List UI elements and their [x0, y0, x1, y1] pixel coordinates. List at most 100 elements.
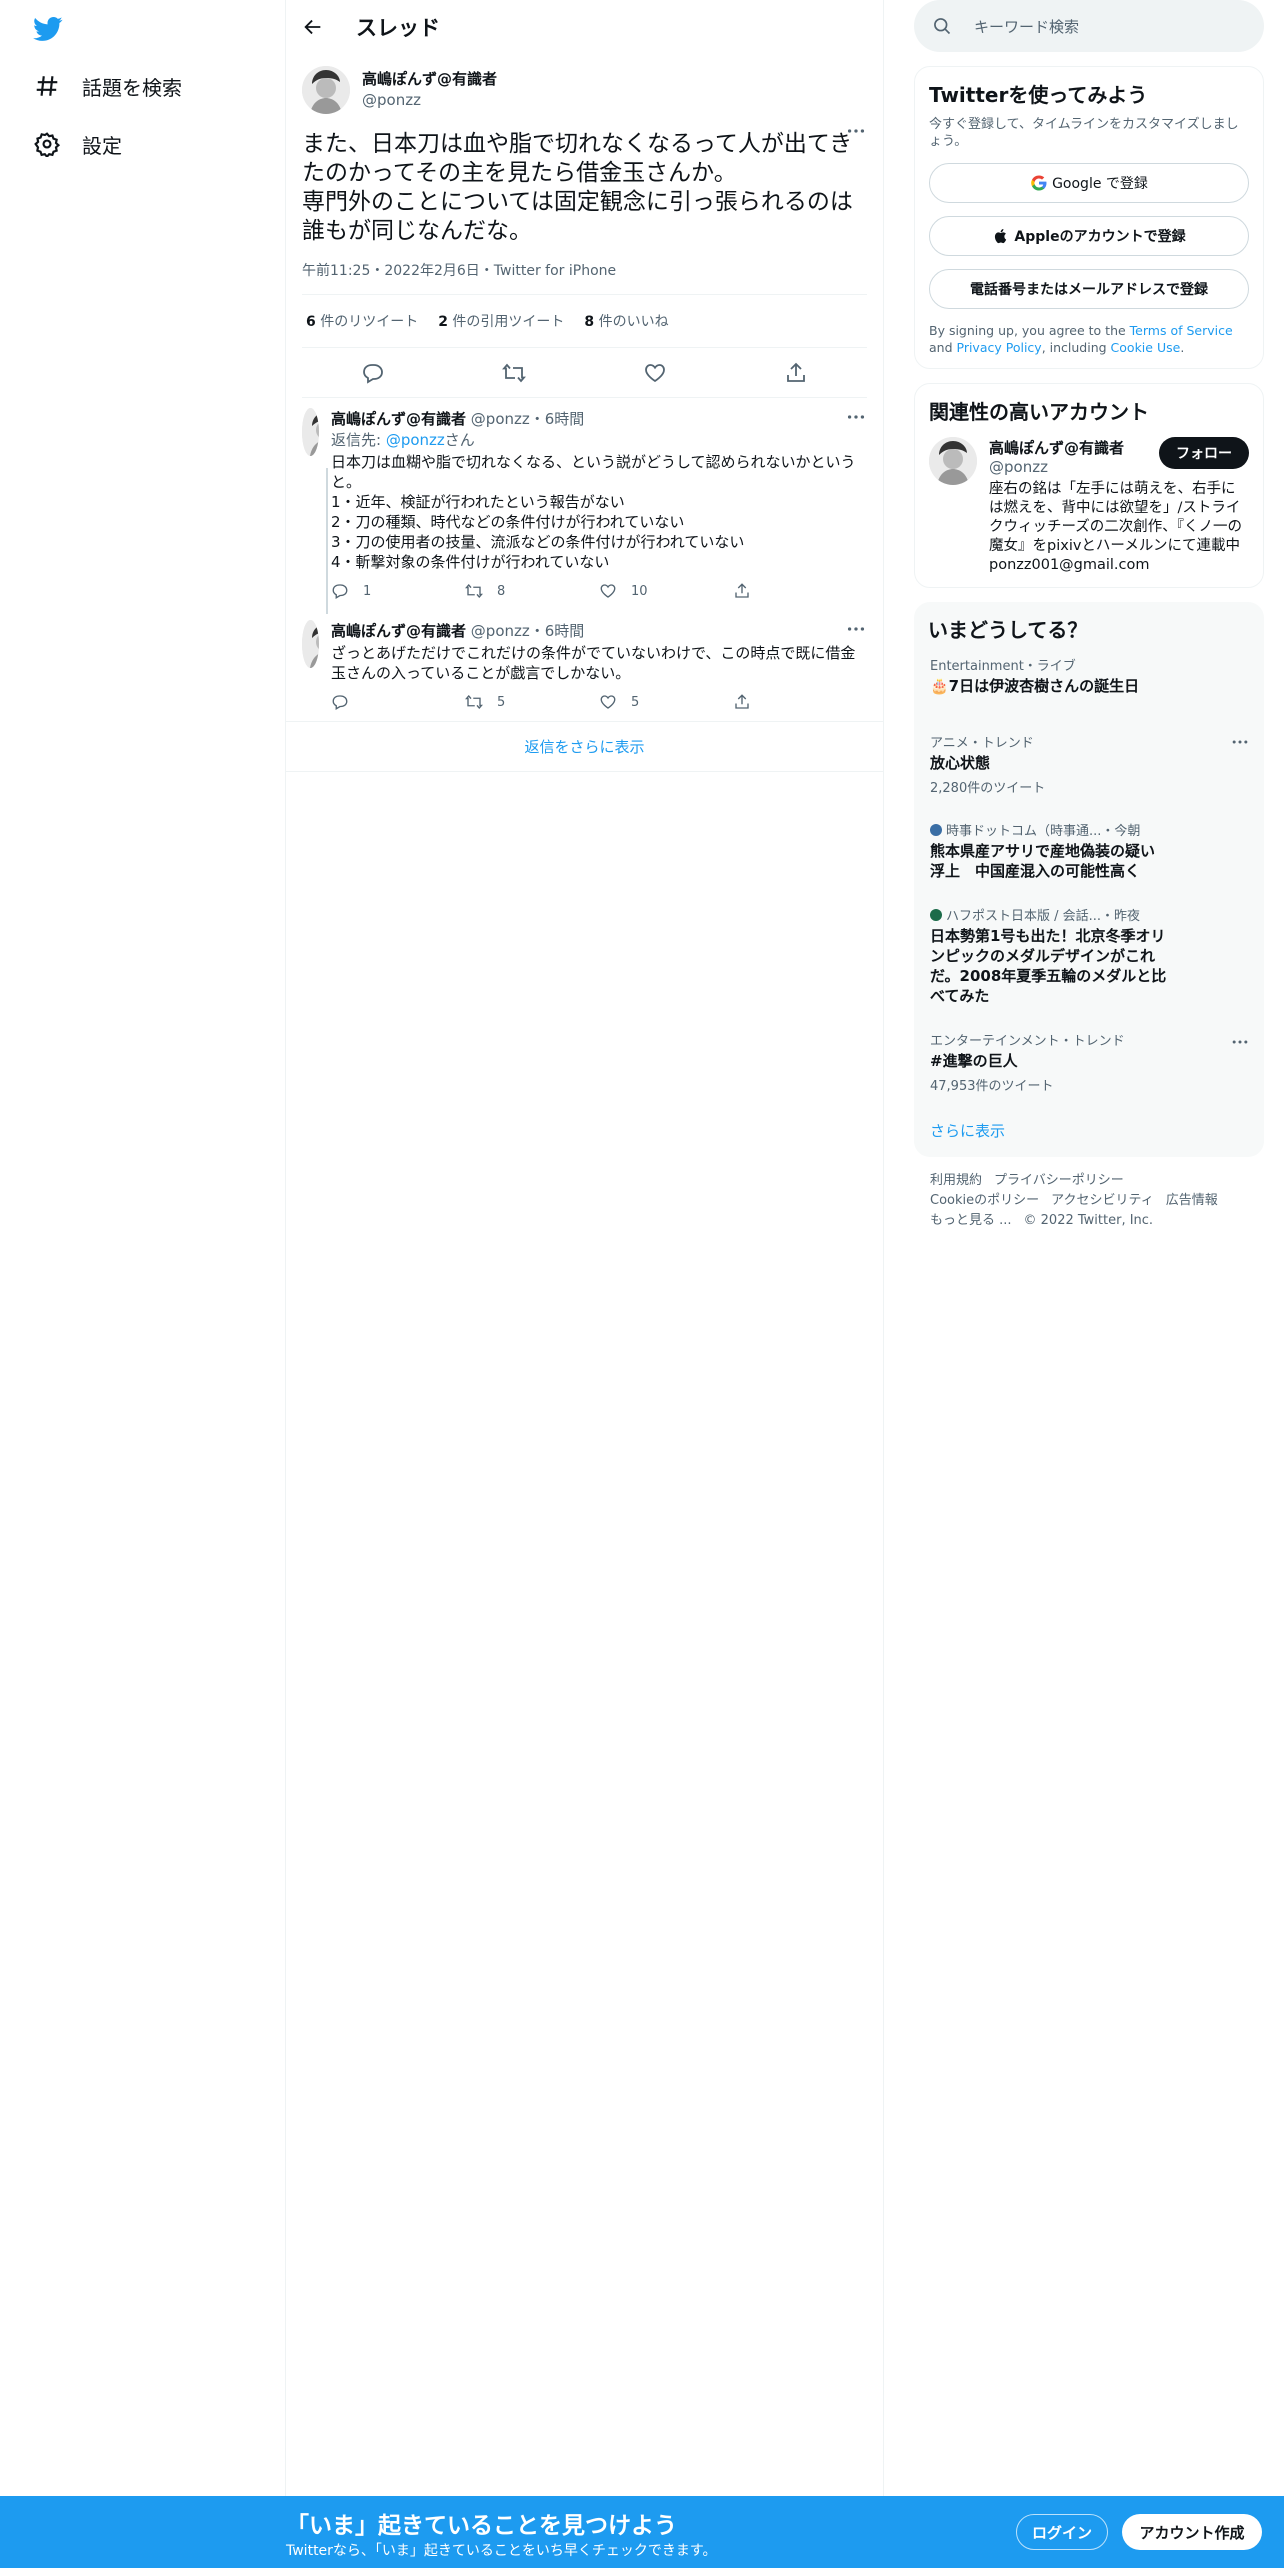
bottom-bar-subtext: Twitterなら、「いま」起きていることをいち早くチェックできます。 — [286, 2543, 717, 2559]
reply-to-suffix: さん — [444, 431, 475, 449]
google-signup-button[interactable]: Google で登録 — [929, 163, 1249, 203]
hashtag-icon — [36, 76, 58, 96]
more-options-icon[interactable] — [845, 618, 867, 640]
create-account-button[interactable]: アカウント作成 — [1122, 2514, 1262, 2550]
footer-more-link[interactable]: もっと見る ... — [930, 1213, 1012, 1228]
follow-button[interactable]: フォロー — [1159, 437, 1249, 469]
bottom-bar-headline: 「いま」起きていることを見つけよう — [286, 2513, 677, 2539]
twitter-logo-icon[interactable] — [30, 14, 66, 44]
trend-item[interactable]: Entertainment・ライブ 🎂7日は伊波杏樹さんの誕生日 — [914, 643, 1264, 708]
author-handle[interactable]: @ponzz — [471, 622, 530, 640]
footer-ads-link[interactable]: 広告情報 — [1166, 1193, 1218, 1208]
more-options-icon[interactable] — [1230, 732, 1250, 752]
related-account[interactable]: 高嶋ぽんず@有識者 @ponzz 座右の銘は「左手には萌えを、右手には燃えを、背… — [929, 437, 1249, 575]
reply-count: 1 — [363, 583, 372, 599]
footer-cookie-link[interactable]: Cookieのポリシー — [930, 1193, 1039, 1208]
retweet-action[interactable]: 5 — [465, 693, 599, 711]
share-action[interactable] — [733, 582, 867, 600]
trend-item[interactable]: 時事ドットコム（時事通...・今朝 熊本県産アサリで産地偽装の疑い浮上 中国産混… — [914, 808, 1264, 893]
quotes-stat[interactable]: 2 件の引用ツイート — [438, 311, 564, 331]
terms-link[interactable]: Terms of Service — [1130, 323, 1233, 338]
related-title: 関連性の高いアカウント — [929, 400, 1149, 424]
more-options-icon[interactable] — [845, 120, 867, 142]
legal-period: . — [1180, 340, 1185, 355]
trend-context-text: 時事ドットコム（時事通...・今朝 — [946, 824, 1141, 839]
gear-icon — [34, 132, 60, 157]
like-icon[interactable] — [643, 361, 667, 385]
trend-item[interactable]: ハフポスト日本版 / 会話...・昨夜 日本勢第1号も出た！北京冬季オリンピック… — [914, 893, 1264, 1018]
reply-tweet[interactable]: 高嶋ぽんず@有識者 @ponzz・6時間 ざっとあげただけでこれだけの条件がでて… — [286, 610, 883, 722]
trend-title: 放心状態 — [930, 754, 991, 772]
news-source-icon — [930, 909, 942, 921]
cookie-link[interactable]: Cookie Use — [1111, 340, 1181, 355]
search-box[interactable]: キーワード検索 — [914, 0, 1264, 52]
apple-signup-button[interactable]: Appleのアカウントで登録 — [929, 216, 1249, 256]
more-options-icon[interactable] — [845, 406, 867, 428]
phone-email-signup-button[interactable]: 電話番号またはメールアドレスで登録 — [929, 269, 1249, 309]
more-options-icon[interactable] — [1230, 1032, 1250, 1052]
trend-context: ハフポスト日本版 / 会話...・昨夜 — [930, 905, 1248, 924]
author-name[interactable]: 高嶋ぽんず@有識者 — [362, 68, 497, 89]
thread-header: スレッド — [286, 0, 883, 54]
footer-links: 利用規約 プライバシーポリシー Cookieのポリシー アクセシビリティ 広告情報 も… — [914, 1157, 1264, 1245]
tweet-meta[interactable]: 午前11:25・2022年2月6日・Twitter for iPhone — [302, 260, 867, 295]
avatar-image — [302, 620, 319, 668]
footer-privacy-link[interactable]: プライバシーポリシー — [994, 1173, 1124, 1188]
avatar[interactable] — [302, 620, 319, 668]
footer-accessibility-link[interactable]: アクセシビリティ — [1051, 1193, 1154, 1208]
signup-title: Twitterを使ってみよう — [929, 83, 1148, 107]
trend-item[interactable]: エンターテインメント・トレンド #進撃の巨人 47,953件のツイート — [914, 1018, 1264, 1106]
signup-subtitle: 今すぐ登録して、タイムラインをカスタマイズしましょう。 — [929, 117, 1239, 149]
avatar[interactable] — [929, 437, 977, 485]
reply-action[interactable]: 1 — [331, 582, 465, 600]
author-handle[interactable]: @ponzz — [471, 410, 530, 428]
share-action[interactable] — [733, 693, 867, 711]
reply-to-handle[interactable]: @ponzz — [386, 431, 445, 449]
author-handle[interactable]: @ponzz — [362, 91, 497, 109]
trend-title: 🎂7日は伊波杏樹さんの誕生日 — [930, 677, 1140, 695]
show-more-replies-link[interactable]: 返信をさらに表示 — [286, 722, 883, 772]
avatar[interactable] — [302, 408, 319, 456]
like-count: 10 — [631, 583, 648, 599]
nav-explore[interactable]: 話題を検索 — [34, 66, 182, 106]
share-icon — [735, 694, 749, 709]
tweet-text: また、日本刀は血や脂で切れなくなるって人が出てきたのかってその主を見たら借金玉さ… — [302, 131, 853, 244]
privacy-link[interactable]: Privacy Policy — [957, 340, 1042, 355]
trend-title: #進撃の巨人 — [930, 1052, 1018, 1070]
share-icon — [735, 583, 749, 598]
reply-icon[interactable] — [361, 361, 385, 385]
trend-item[interactable]: アニメ・トレンド 放心状態 2,280件のツイート — [914, 708, 1264, 808]
share-icon[interactable] — [784, 361, 808, 385]
retweets-stat[interactable]: 6 件のリツイート — [306, 311, 418, 331]
avatar-image — [929, 437, 977, 485]
author-name[interactable]: 高嶋ぽんず@有識者 — [331, 622, 466, 640]
tweet-time[interactable]: ・6時間 — [530, 622, 585, 640]
legal-including: , including — [1041, 340, 1111, 355]
reply-tweet[interactable]: 高嶋ぽんず@有識者 @ponzz・6時間 返信先: @ponzzさん 日本刀は血… — [286, 398, 883, 614]
bottom-signup-bar: 「いま」起きていることを見つけよう Twitterなら、「いま」起きていることを… — [0, 2496, 1284, 2568]
avatar-image — [302, 408, 319, 456]
like-count: 5 — [631, 694, 640, 710]
author-name[interactable]: 高嶋ぽんず@有識者 — [331, 410, 466, 428]
trend-title: 日本勢第1号も出た！北京冬季オリンピックのメダルデザインがこれだ。2008年夏季… — [930, 927, 1167, 1005]
reply-action[interactable] — [331, 693, 465, 711]
like-action[interactable]: 10 — [599, 582, 733, 600]
tweet-stats: 6 件のリツイート 2 件の引用ツイート 8 件のいいね — [302, 295, 867, 348]
retweet-icon[interactable] — [501, 361, 526, 385]
footer-terms-link[interactable]: 利用規約 — [930, 1173, 982, 1188]
retweet-action[interactable]: 8 — [465, 582, 599, 600]
trends-show-more-link[interactable]: さらに表示 — [914, 1106, 1264, 1145]
nav-settings[interactable]: 設定 — [34, 124, 122, 164]
avatar[interactable] — [302, 66, 350, 114]
right-sidebar: キーワード検索 Twitterを使ってみよう 今すぐ登録して、タイムラインをカス… — [914, 0, 1264, 1245]
related-accounts-card: 関連性の高いアカウント 高嶋ぽんず@有識者 @ponzz 座右の銘は「左手には萌… — [914, 383, 1264, 588]
likes-stat[interactable]: 8 件のいいね — [584, 311, 668, 331]
reply-to: 返信先: @ponzzさん — [331, 429, 867, 450]
retweet-count: 8 — [497, 583, 506, 599]
like-action[interactable]: 5 — [599, 693, 733, 711]
tweet-text: 日本刀は血糊や脂で切れなくなる、という説がどうして認められないかというと。 1・… — [331, 453, 856, 571]
back-arrow-icon[interactable] — [302, 16, 324, 38]
login-button[interactable]: ログイン — [1016, 2514, 1108, 2550]
tweet-time[interactable]: ・6時間 — [530, 410, 585, 428]
retweets-count: 6 — [306, 314, 316, 330]
